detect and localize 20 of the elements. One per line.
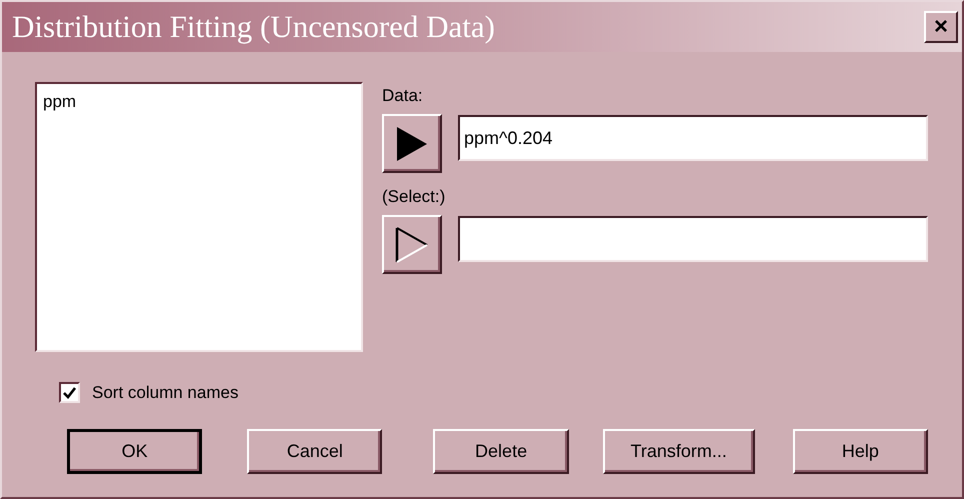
arrow-button[interactable] [382,215,442,274]
input-field[interactable] [458,216,928,262]
dialog-button[interactable]: OK [67,429,202,474]
input-field[interactable]: ppm^0.204 [458,115,928,161]
window-title: Distribution Fitting (Uncensored Data) [12,9,495,45]
close-button[interactable]: × [924,11,958,43]
dialog-button[interactable]: Delete [433,429,569,474]
column-list[interactable]: ppm [35,82,363,352]
dialog-button[interactable]: Transform... [602,429,755,474]
dialog-button[interactable]: Help [792,429,928,474]
arrow-button[interactable] [382,114,442,173]
dialog-button[interactable]: Cancel [247,429,382,474]
field-label: (Select:) [382,187,446,207]
checkbox[interactable] [59,382,80,403]
field-label: Data: [382,86,424,106]
play-icon [395,124,429,162]
checkbox-label: Sort column names [92,382,238,402]
check-icon [63,386,76,398]
list-item[interactable]: ppm [41,92,78,112]
play-icon [395,226,429,264]
